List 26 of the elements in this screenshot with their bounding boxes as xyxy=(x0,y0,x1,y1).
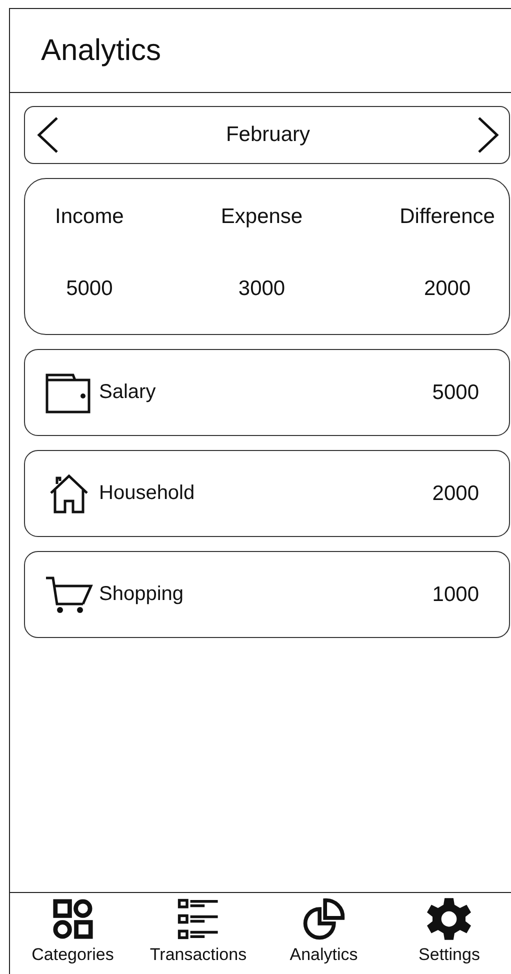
summary-label: Expense xyxy=(220,205,303,229)
pie-chart-icon xyxy=(302,897,346,941)
summary-value: 2000 xyxy=(424,277,471,301)
category-row[interactable]: Salary 5000 xyxy=(24,349,510,436)
summary-value: 3000 xyxy=(238,277,286,301)
grid-icon xyxy=(50,897,95,941)
category-amount: 2000 xyxy=(432,482,479,506)
category-row[interactable]: Household 2000 xyxy=(24,450,510,537)
category-row[interactable]: Shopping 1000 xyxy=(24,551,510,638)
month-label: February xyxy=(226,123,310,147)
nav-tab[interactable]: Transactions xyxy=(136,893,261,974)
category-name: Shopping xyxy=(99,583,185,606)
list-icon xyxy=(176,897,220,941)
summary-value: 5000 xyxy=(66,277,113,301)
settings-icon xyxy=(427,897,472,941)
nav-tab[interactable]: Analytics xyxy=(261,893,386,974)
wallet-icon xyxy=(45,372,93,414)
page-title: Analytics xyxy=(41,34,162,68)
category-amount: 1000 xyxy=(432,582,479,606)
summary-label: Income xyxy=(55,205,124,229)
category-name: Household xyxy=(99,482,196,505)
nav-tab[interactable]: Categories xyxy=(10,893,136,974)
category-amount: 5000 xyxy=(432,380,479,404)
nav-tab[interactable]: Settings xyxy=(386,893,511,974)
summary-label: Difference xyxy=(400,205,495,229)
category-name: Salary xyxy=(99,381,157,404)
